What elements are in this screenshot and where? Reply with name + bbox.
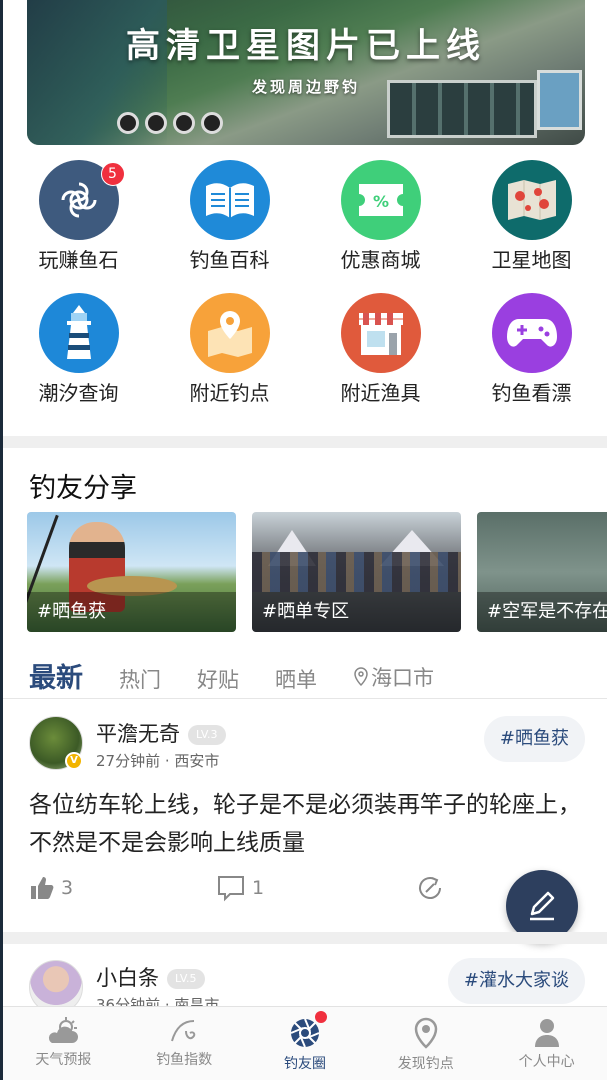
location-pin-icon <box>354 667 368 687</box>
comment-button[interactable]: 1 <box>216 874 416 902</box>
level-badge: LV.5 <box>167 969 205 989</box>
level-badge: LV.3 <box>188 725 226 745</box>
share-button[interactable] <box>416 874 450 902</box>
post-username[interactable]: 小白条 LV.5 <box>96 962 205 992</box>
section-divider <box>3 932 607 944</box>
banner-tanks <box>117 112 237 140</box>
nav-label: 钓鱼指数 <box>156 1052 213 1068</box>
app-screen: 高清卫星图片已上线 发现周边野钓 5 玩赚鱼石 钓鱼百科 % 优惠商城 卫星地图… <box>0 0 607 1080</box>
verified-icon: V <box>65 752 83 770</box>
share-icon <box>419 877 441 899</box>
nav-weather[interactable]: 天气预报 <box>3 1007 124 1080</box>
swirl-icon: 5 <box>38 160 125 240</box>
grid-item-tide[interactable]: 潮汐查询 <box>3 293 154 406</box>
satellite-banner[interactable]: 高清卫星图片已上线 发现周边野钓 <box>27 0 585 145</box>
nav-label: 天气预报 <box>35 1052 92 1068</box>
username-text: 平澹无奇 <box>96 722 180 746</box>
grid-item-label: 潮汐查询 <box>38 381 119 405</box>
feed-tabs: 最新 热门 好贴 晒单 海口市 <box>29 656 434 695</box>
comment-icon <box>218 876 244 902</box>
weather-icon <box>49 1017 79 1043</box>
grid-item-label: 附近钓点 <box>189 381 270 405</box>
tab-latest[interactable]: 最新 <box>29 656 83 695</box>
post-meta: 36分钟前 · 南昌市 <box>96 996 220 1006</box>
svg-text:%: % <box>372 192 388 211</box>
notification-badge: 5 <box>100 162 125 186</box>
feature-grid: 5 玩赚鱼石 钓鱼百科 % 优惠商城 卫星地图 潮汐查询 附近钓点 附近渔具 钓… <box>3 160 607 406</box>
post-actions: 3 1 <box>29 874 499 902</box>
share-card[interactable]: #空军是不存在 <box>477 512 607 632</box>
grid-item-label: 优惠商城 <box>340 248 421 272</box>
nav-label: 发现钓点 <box>397 1056 454 1072</box>
banner-subtitle: 发现周边野钓 <box>251 78 360 96</box>
section-divider <box>3 436 607 448</box>
grid-item-play-earn[interactable]: 5 玩赚鱼石 <box>3 160 154 273</box>
lighthouse-icon <box>38 293 119 373</box>
share-card[interactable]: #晒鱼获 <box>27 512 236 632</box>
book-icon <box>189 160 270 240</box>
nav-anglers-circle[interactable]: 钓友圈 <box>245 1007 366 1080</box>
nav-label: 钓友圈 <box>283 1056 326 1072</box>
person-icon <box>534 1019 559 1047</box>
map-pin-icon <box>189 293 270 373</box>
post-username[interactable]: 平澹无奇 LV.3 <box>96 718 226 748</box>
like-count: 3 <box>61 877 74 899</box>
section-title: 钓友分享 <box>29 473 137 504</box>
tab-orders[interactable]: 晒单 <box>275 664 317 694</box>
avatar[interactable] <box>29 960 83 1006</box>
nav-fishing-index[interactable]: 钓鱼指数 <box>124 1007 245 1080</box>
comment-count: 1 <box>252 877 265 899</box>
topic-tag[interactable]: #灌水大家谈 <box>447 958 585 1004</box>
username-text: 小白条 <box>96 966 159 990</box>
fishing-hook-icon <box>171 1020 196 1042</box>
grid-item-float-watch[interactable]: 钓鱼看漂 <box>456 293 607 406</box>
grid-item-nearby-tackle[interactable]: 附近渔具 <box>305 293 456 406</box>
nav-label: 个人中心 <box>518 1054 575 1070</box>
notification-dot <box>314 1011 327 1023</box>
topic-tag[interactable]: #晒鱼获 <box>483 716 585 762</box>
share-card-tag: #晒鱼获 <box>27 592 236 632</box>
gamepad-icon <box>491 293 572 373</box>
thumbs-up-icon <box>31 877 54 899</box>
share-card[interactable]: #晒单专区 <box>252 512 461 632</box>
tabs-separator <box>3 698 607 699</box>
tab-location-label: 海口市 <box>371 666 434 690</box>
crowd-image <box>252 552 461 592</box>
share-card-tag: #晒单专区 <box>252 592 461 632</box>
grid-item-label: 玩赚鱼石 <box>38 248 119 272</box>
post-text[interactable]: 各位纺车轮上线，轮子是不是必须装再竿子的轮座上，不然是不是会影响上线质量 <box>29 786 589 862</box>
feed-post[interactable]: 小白条 LV.5 36分钟前 · 南昌市 #灌水大家谈 <box>3 944 607 1006</box>
grid-item-satellite-map[interactable]: 卫星地图 <box>456 160 607 273</box>
grid-item-label: 钓鱼看漂 <box>491 381 572 405</box>
coupon-icon: % <box>340 160 421 240</box>
location-icon <box>414 1017 438 1049</box>
aperture-icon <box>290 1018 320 1048</box>
grid-item-nearby-spots[interactable]: 附近钓点 <box>154 293 305 406</box>
grid-item-label: 附近渔具 <box>340 381 421 405</box>
grid-item-label: 钓鱼百科 <box>189 248 270 272</box>
tab-hot[interactable]: 热门 <box>119 664 161 694</box>
tab-good[interactable]: 好贴 <box>197 664 239 694</box>
bottom-nav: 天气预报 钓鱼指数 钓友圈 发现钓点 个人中心 <box>3 1006 607 1080</box>
banner-title: 高清卫星图片已上线 <box>126 26 486 66</box>
shop-icon <box>340 293 421 373</box>
pencil-icon <box>530 891 555 921</box>
grid-item-mall[interactable]: % 优惠商城 <box>305 160 456 273</box>
world-map-icon <box>491 160 572 240</box>
like-button[interactable]: 3 <box>29 875 216 901</box>
tab-location[interactable]: 海口市 <box>353 662 434 692</box>
nav-discover-spots[interactable]: 发现钓点 <box>365 1007 486 1080</box>
grid-item-encyclopedia[interactable]: 钓鱼百科 <box>154 160 305 273</box>
grid-item-label: 卫星地图 <box>491 248 572 272</box>
share-card-tag: #空军是不存在 <box>477 592 607 632</box>
nav-profile[interactable]: 个人中心 <box>486 1007 607 1080</box>
post-meta: 27分钟前 · 西安市 <box>96 752 220 770</box>
share-carousel[interactable]: #晒鱼获 #晒单专区 #空军是不存在 <box>27 512 607 632</box>
